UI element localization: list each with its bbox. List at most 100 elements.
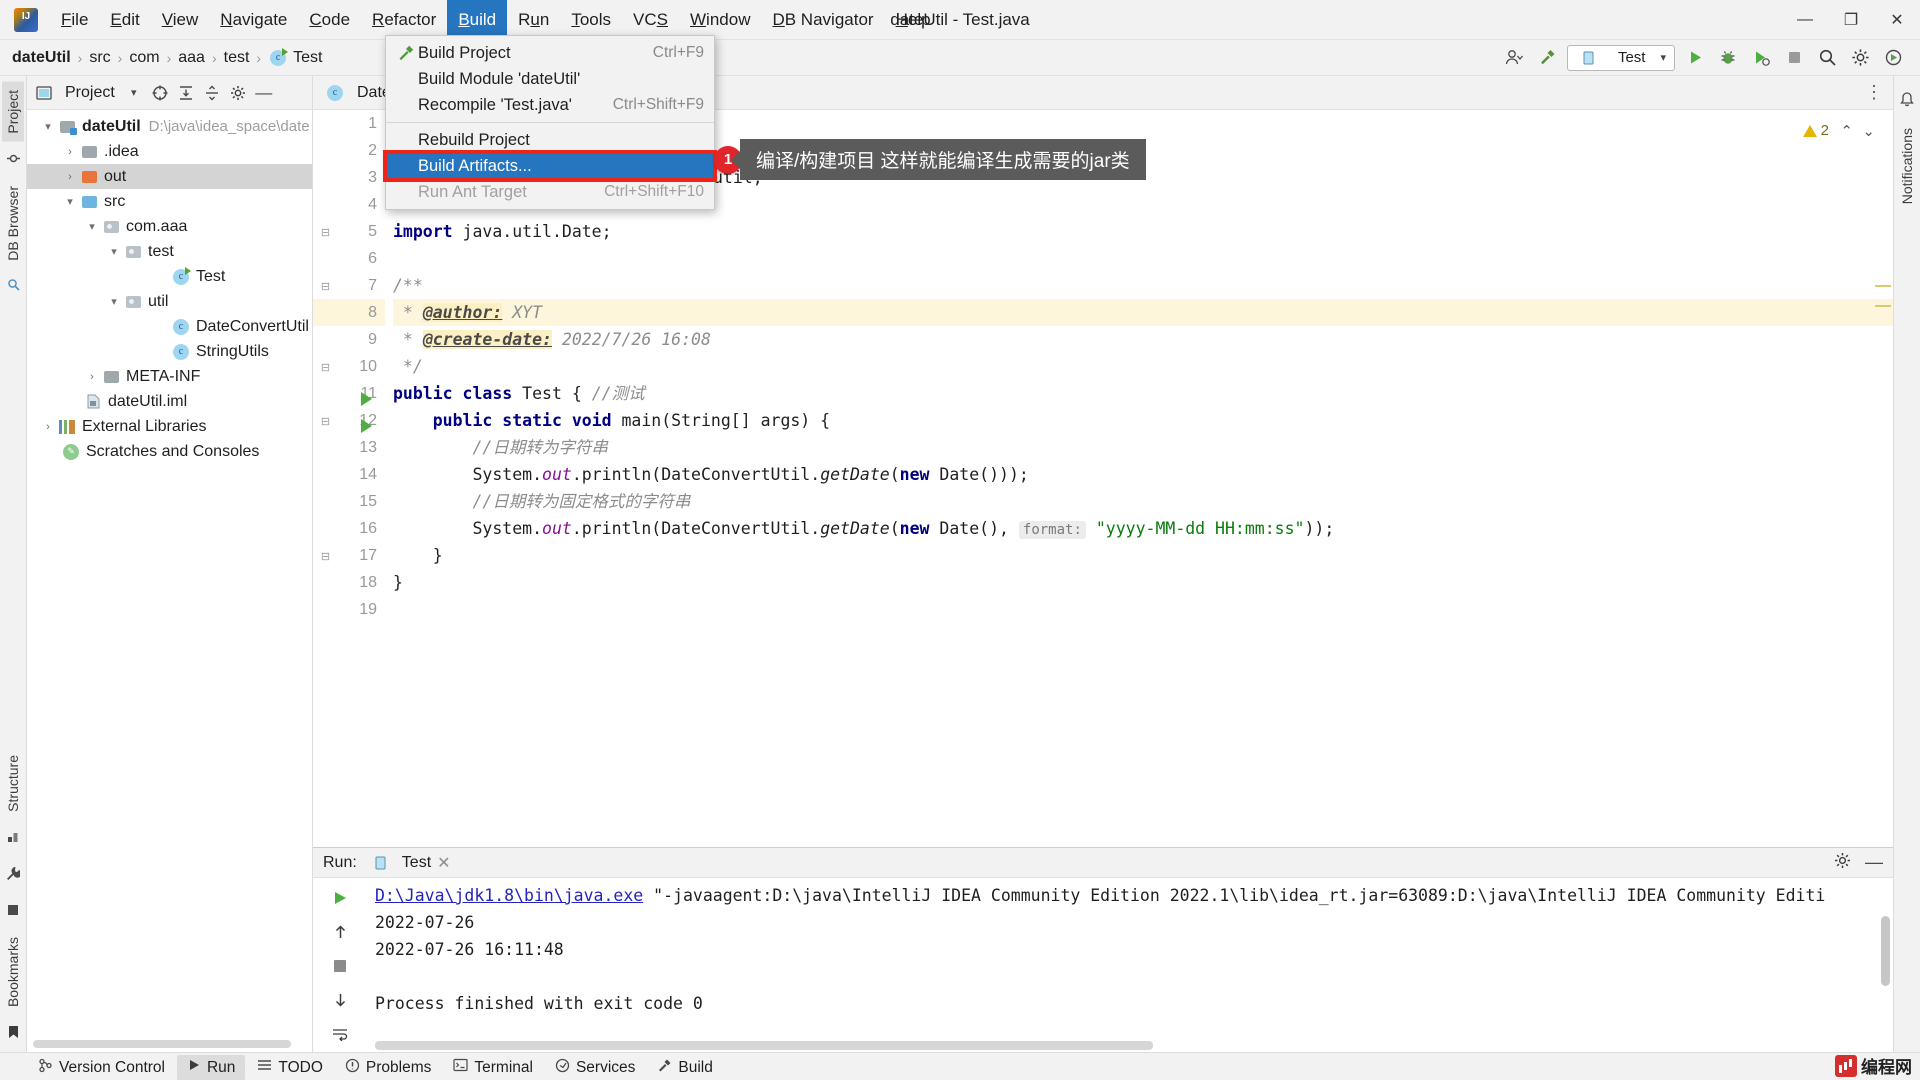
tree-node-out[interactable]: › out [27,164,312,189]
menu-help[interactable]: Help [885,0,942,40]
chevron-down-icon[interactable]: ▾ [105,295,123,308]
tree-node-StringUtils[interactable]: c StringUtils [27,339,312,364]
inspection-status-badge[interactable]: 2 [1802,122,1829,139]
tree-node-util-package[interactable]: ▾ util [27,289,312,314]
editor-tabs-more-icon[interactable]: ⋮ [1865,76,1893,109]
chevron-down-icon[interactable]: ▾ [123,82,145,104]
sidebar-item-db-browser[interactable]: DB Browser [2,178,24,269]
gear-icon[interactable] [1847,45,1873,71]
tree-node-idea[interactable]: › .idea [27,139,312,164]
menu-item-build-artifacts[interactable]: Build Artifacts... [383,150,717,182]
fold-marker-javadoc[interactable]: ⊟ [319,280,332,293]
run-tab-Test[interactable]: Test ✕ [365,853,457,873]
menu-tools[interactable]: Tools [560,0,622,40]
minimize-icon[interactable]: — [1865,852,1883,873]
run-gutter-icon-class[interactable] [361,392,372,406]
code-editor[interactable]: 1 2 3 4 5 6 7 8 9 10 11 12 13 14 15 16 1… [313,110,1893,847]
menu-refactor[interactable]: Refactor [361,0,447,40]
menu-view[interactable]: View [151,0,210,40]
chevron-right-icon[interactable]: › [61,146,79,158]
menu-file[interactable]: File [50,0,99,40]
menu-run[interactable]: Run [507,0,560,40]
chevron-down-icon[interactable]: ▾ [39,120,57,133]
run-gutter-icon-main[interactable] [361,419,372,433]
menu-edit[interactable]: Edit [99,0,150,40]
chevron-down-icon[interactable]: ▾ [1660,51,1666,64]
sidebar-item-notifications[interactable]: Notifications [1896,120,1918,212]
search-icon[interactable] [1814,45,1840,71]
menu-item-build-module[interactable]: Build Module 'dateUtil' [386,66,714,92]
console-output[interactable]: D:\Java\jdk1.8\bin\java.exe "-javaagent:… [367,878,1877,1052]
menu-db-navigator[interactable]: DB Navigator [761,0,884,40]
tool-tab-problems[interactable]: Problems [335,1055,441,1080]
tree-node-src[interactable]: ▾ src [27,189,312,214]
next-warning-icon[interactable]: ⌃ [1840,122,1853,140]
stop-icon[interactable] [7,903,19,919]
tree-node-com-aaa[interactable]: ▾ com.aaa [27,214,312,239]
menu-code[interactable]: Code [298,0,361,40]
build-menu-popup[interactable]: Build Project Ctrl+F9 Build Module 'date… [383,35,717,210]
collapse-all-icon[interactable] [201,82,223,104]
editor-marker-bar[interactable] [1849,110,1893,847]
menu-item-recompile[interactable]: Recompile 'Test.java' Ctrl+Shift+F9 [386,92,714,118]
chevron-down-icon[interactable]: ▾ [83,220,101,233]
tree-node-test-package[interactable]: ▾ test [27,239,312,264]
expand-all-icon[interactable] [175,82,197,104]
breadcrumb-dateUtil[interactable]: dateUtil [12,49,71,67]
tool-tab-services[interactable]: Services [545,1055,645,1080]
maximize-icon[interactable]: ❐ [1828,0,1874,40]
chevron-right-icon[interactable]: › [61,171,79,183]
project-tree-horizontal-scrollbar[interactable] [33,1038,312,1048]
commit-icon[interactable] [6,152,20,168]
breadcrumb-com[interactable]: com [129,49,159,67]
gear-icon[interactable] [227,82,249,104]
console-java-path-link[interactable]: D:\Java\jdk1.8\bin\java.exe [375,886,643,905]
console-vertical-scrollbar[interactable] [1877,878,1893,1052]
menu-navigate[interactable]: Navigate [209,0,298,40]
tool-tab-terminal[interactable]: Terminal [443,1055,543,1080]
fold-marker-import[interactable]: ⊟ [319,226,332,239]
sidebar-item-project[interactable]: Project [2,82,24,142]
tree-node-META-INF[interactable]: › META-INF [27,364,312,389]
tree-node-DateConvertUtil[interactable]: c DateConvertUtil [27,314,312,339]
tool-tab-todo[interactable]: TODO [247,1055,333,1080]
scroll-from-source-icon[interactable] [149,82,171,104]
stop-icon[interactable] [325,952,355,980]
tool-tab-build[interactable]: Build [647,1055,722,1080]
fold-marker-method-end[interactable]: ⊟ [319,550,332,563]
project-tree[interactable]: ▾ dateUtil D:\java\idea_space\date › .id… [27,110,312,1038]
window-controls[interactable]: — ❐ ✕ [1782,0,1920,40]
chevron-down-icon[interactable]: ▾ [105,245,123,258]
tool-tab-version-control[interactable]: Version Control [28,1055,175,1080]
close-icon[interactable]: ✕ [437,853,450,873]
breadcrumb-Test[interactable]: Test [293,49,322,67]
chevron-right-icon[interactable]: › [83,371,101,383]
console-horizontal-scrollbar[interactable] [375,1041,1877,1050]
run-with-coverage-icon[interactable] [1748,45,1774,71]
sidebar-item-structure[interactable]: Structure [2,747,24,820]
wrench-icon[interactable] [6,866,22,883]
code-text[interactable]: util; import java.util.Date; /** * @auth… [385,110,1893,847]
menu-bar[interactable]: File Edit View Navigate Code Refactor Bu… [50,0,942,40]
menu-build[interactable]: Build [447,0,508,40]
ide-updates-icon[interactable] [1880,45,1906,71]
editor-gutter[interactable]: 1 2 3 4 5 6 7 8 9 10 11 12 13 14 15 16 1… [313,110,385,847]
rerun-icon[interactable] [325,884,355,912]
tool-tab-run[interactable]: Run [176,1054,246,1080]
gear-icon[interactable] [1834,852,1851,874]
tree-node-dateUtil[interactable]: ▾ dateUtil D:\java\idea_space\date [27,114,312,139]
tree-node-scratches[interactable]: ✎ Scratches and Consoles [27,439,312,464]
debug-bug-icon[interactable] [1715,45,1741,71]
soft-wrap-icon[interactable] [325,1020,355,1048]
user-avatar-icon[interactable] [1501,45,1527,71]
chevron-down-icon[interactable]: ▾ [61,195,79,208]
menu-window[interactable]: Window [679,0,761,40]
run-configuration-selector[interactable]: Test ▾ [1567,44,1675,71]
chevron-right-icon[interactable]: › [39,421,57,433]
bookmarks-icon[interactable] [8,1025,19,1042]
breadcrumb-src[interactable]: src [89,49,110,67]
menu-item-build-project[interactable]: Build Project Ctrl+F9 [386,40,714,66]
close-icon[interactable]: ✕ [1874,0,1920,40]
build-tool-icon[interactable] [7,830,20,846]
minimize-icon[interactable]: — [1782,0,1828,40]
